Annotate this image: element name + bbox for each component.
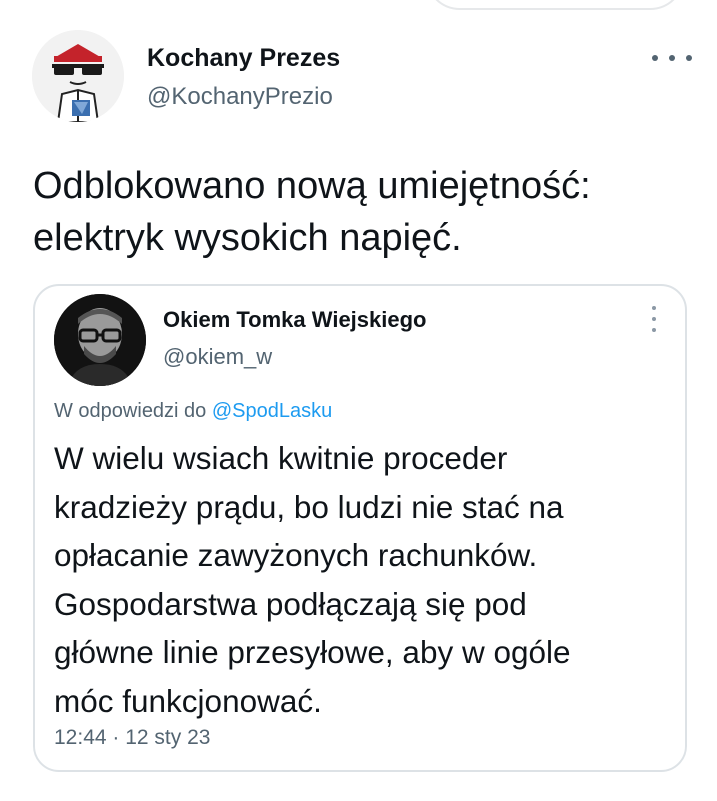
dot [669, 55, 675, 61]
author-avatar-image [32, 30, 124, 122]
reply-prefix: W odpowiedzi do [54, 400, 207, 422]
quoted-author-handle[interactable]: @okiem_w [163, 344, 272, 370]
author-name[interactable]: Kochany Prezes [147, 44, 340, 73]
reply-mention-link[interactable]: @SpodLasku [212, 400, 332, 422]
quoted-tweet-text: W wielu wsiach kwitnie proceder kradzież… [54, 434, 674, 725]
quoted-text-line: opłacanie zawyżonych rachunków. [54, 537, 538, 573]
more-options-icon[interactable] [652, 44, 692, 72]
quoted-text-line: Gospodarstwa podłączają się pod [54, 585, 527, 622]
quoted-avatar-image [54, 294, 146, 386]
quoted-author-name[interactable]: Okiem Tomka Wiejskiego [163, 307, 426, 333]
dot [652, 55, 658, 61]
quoted-more-icon[interactable] [649, 306, 659, 332]
quoted-tweet-card[interactable]: Okiem Tomka Wiejskiego @okiem_w W odpowi… [33, 284, 687, 772]
top-button-fragment[interactable] [425, 0, 685, 10]
quoted-text-line: główne linie przesyłowe, aby w ogóle [54, 634, 571, 670]
quoted-text-line: W wielu wsiach kwitnie proceder [54, 440, 508, 476]
tweet-text-line: Odblokowano nową umiejętność: [33, 165, 591, 207]
dot [686, 55, 692, 61]
author-handle[interactable]: @KochanyPrezio [147, 83, 333, 111]
tweet-text-line: elektryk wysokich napięć. [33, 217, 462, 259]
dot [652, 328, 656, 332]
author-avatar[interactable] [32, 30, 124, 122]
reply-context: W odpowiedzi do @SpodLasku [54, 400, 332, 423]
quoted-author-avatar[interactable] [54, 294, 146, 386]
dot [652, 306, 656, 310]
quoted-timestamp[interactable]: 12:44 · 12 sty 23 [54, 726, 210, 750]
tweet-detail-page: Kochany Prezes @KochanyPrezio Odblokowan… [0, 0, 717, 801]
tweet-text: Odblokowano nową umiejętność: elektryk w… [33, 160, 693, 264]
quoted-text-line: kradzieży prądu, bo ludzi nie stać na [54, 488, 564, 525]
dot [652, 317, 656, 321]
quoted-text-line: móc funkcjonować. [54, 682, 322, 719]
